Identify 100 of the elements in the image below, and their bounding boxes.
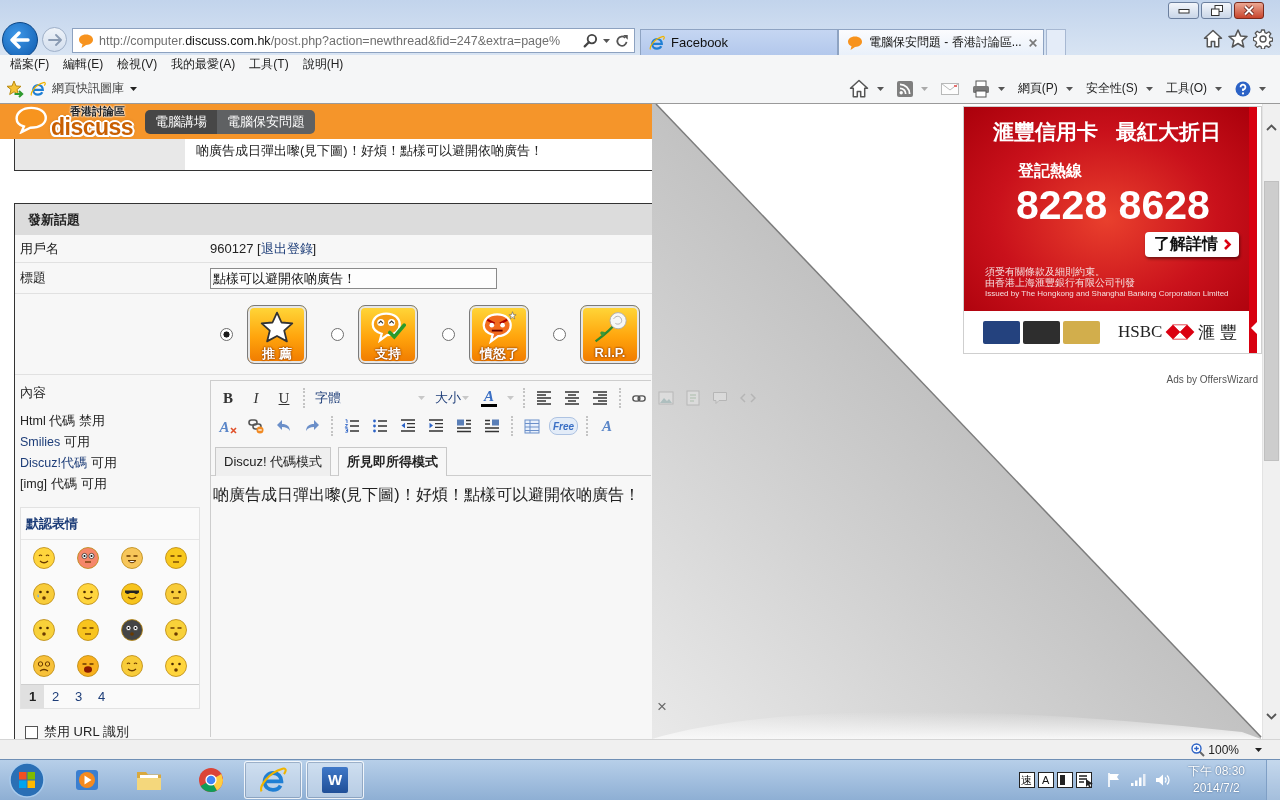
browser-tab[interactable]: Facebook — [640, 29, 838, 55]
chain-minus-icon[interactable] — [248, 418, 264, 435]
caret-down-icon[interactable] — [603, 38, 610, 43]
star-icon[interactable] — [1228, 29, 1248, 48]
form-title: 發新話題 — [15, 204, 654, 236]
table-icon[interactable] — [524, 418, 540, 434]
font-family-dropdown[interactable]: 字體 — [313, 387, 427, 410]
restore-button[interactable] — [1201, 2, 1232, 19]
refresh-icon[interactable] — [615, 33, 629, 48]
menu-item[interactable]: 檢視(V) — [110, 56, 165, 74]
details-button[interactable]: 了解詳情 — [1145, 232, 1239, 258]
scrollbar[interactable] — [1262, 104, 1280, 740]
home-icon[interactable] — [848, 79, 869, 99]
settings-icon[interactable] — [1253, 29, 1273, 49]
home-icon[interactable] — [1203, 29, 1223, 48]
checkbox[interactable] — [25, 725, 38, 739]
option-link[interactable]: Discuz!代碼 — [20, 456, 87, 471]
web-slice-gallery-link[interactable]: 網頁快訊圖庫 — [52, 80, 124, 98]
breadcrumb-link[interactable]: 電腦保安問題 — [217, 109, 315, 134]
taskbar-button[interactable] — [244, 761, 302, 799]
bullet-list-icon[interactable] — [372, 419, 388, 434]
caret-down-icon[interactable] — [1259, 87, 1266, 91]
italic-button[interactable]: I — [245, 387, 267, 410]
free-button[interactable]: Free — [549, 417, 579, 436]
command-menu-button[interactable]: 安全性(S) — [1085, 80, 1138, 98]
fine-print: 由香港上海滙豐銀行有限公司刊發 — [985, 277, 1136, 289]
hotline-label: 登記熱線 — [1018, 161, 1083, 181]
address-field[interactable]: http://computer.discuss.com.hk/post.php?action=newthread&fid=247&extra=page% — [72, 28, 635, 53]
numbered-list-icon[interactable] — [344, 419, 360, 434]
caret-down-icon[interactable] — [1215, 87, 1222, 91]
ad-headline: 最紅大折日 — [1115, 119, 1221, 145]
input-mode-button[interactable]: 速 — [1018, 772, 1035, 788]
close-button[interactable] — [1234, 2, 1264, 19]
caret-down-icon[interactable] — [1145, 87, 1153, 91]
smiley-icon[interactable] — [32, 654, 56, 679]
search-icon[interactable] — [583, 33, 598, 48]
bold-button[interactable]: B — [217, 387, 239, 410]
align-right-icon[interactable] — [592, 391, 608, 406]
radio-button[interactable] — [553, 327, 566, 341]
caret-down-icon — [462, 396, 469, 401]
zoom-icon — [1191, 742, 1206, 757]
subject-field[interactable]: 點樣可以避開依啲廣告！ — [210, 268, 497, 290]
smiley-icon[interactable] — [120, 618, 144, 643]
chevron-down-icon[interactable] — [1266, 712, 1277, 720]
minimize-button[interactable] — [1168, 2, 1199, 19]
scroll-thumb[interactable] — [1264, 181, 1279, 462]
half-filled-square-icon[interactable] — [1056, 772, 1073, 788]
align-left-icon[interactable] — [536, 391, 552, 406]
image-left-icon[interactable] — [456, 419, 472, 434]
fine-print: 須受有關條款及細則約束。 — [985, 266, 1105, 278]
ad-banner[interactable]: 滙豐信用卡 最紅大折日 登記熱線 8228 8628 了解詳情 須受有關條款及細則約束。 由香港上海滙豐銀行有限公司刊發 Issued by The Hongkong and Shanghai Banking Corporation Limited HSBC 滙 豐 — [963, 106, 1262, 355]
text-color-button[interactable]: A — [477, 387, 515, 410]
command-menu-button[interactable]: 網頁(P) — [1017, 80, 1058, 98]
help-icon[interactable] — [1235, 81, 1251, 97]
printer-icon[interactable] — [971, 80, 990, 98]
radio-button[interactable] — [331, 327, 344, 341]
menu-item[interactable]: 工具(T) — [242, 56, 296, 74]
outdent-icon[interactable] — [400, 419, 416, 434]
close-icon[interactable] — [1027, 37, 1038, 48]
taskbar-button[interactable]: W — [306, 761, 364, 799]
minimize-icon — [1177, 6, 1190, 15]
browser-tab[interactable]: 電腦保安問題 - 香港討論區... — [838, 29, 1044, 55]
page-link[interactable]: 1 — [21, 685, 44, 709]
underline-button[interactable]: U — [273, 387, 295, 410]
caret-down-icon[interactable] — [997, 87, 1005, 91]
option-link[interactable]: Smilies — [20, 435, 61, 450]
mood-label: 憤怒了 — [479, 344, 519, 363]
smiley-icon[interactable] — [120, 582, 144, 607]
menu-item[interactable]: 說明(H) — [295, 56, 351, 74]
zoom-button[interactable]: 100% — [1191, 742, 1239, 757]
menu-item[interactable]: 編輯(E) — [56, 56, 111, 74]
mode-tab[interactable]: Discuz! 代碼模式 — [215, 447, 332, 477]
close-button[interactable]: × — [657, 698, 667, 717]
keyboard-pointer-icon[interactable] — [1075, 772, 1094, 788]
circle-logo-icon — [197, 766, 225, 794]
mode-tab[interactable]: 所見即所得模式 — [338, 447, 448, 477]
caret-down-icon[interactable] — [1255, 747, 1262, 752]
caret-down-icon[interactable] — [130, 87, 137, 91]
chain-link-icon[interactable] — [632, 393, 646, 403]
command-menu-button[interactable]: 工具(O) — [1165, 80, 1207, 98]
smiley-icon[interactable] — [76, 654, 100, 679]
star-arrow-icon[interactable] — [6, 80, 24, 98]
caret-down-icon[interactable] — [876, 87, 884, 91]
menu-item[interactable]: 檔案(F) — [3, 56, 57, 74]
breadcrumb-link[interactable]: 電腦講場 — [145, 109, 217, 134]
letter-e-icon — [30, 81, 46, 97]
indent-icon[interactable] — [428, 419, 444, 434]
radio-button[interactable] — [442, 327, 455, 341]
menu-item[interactable]: 我的最愛(A) — [164, 56, 243, 74]
page-link[interactable]: 4 — [90, 685, 113, 709]
image-right-icon[interactable] — [484, 419, 500, 434]
page-link[interactable]: 3 — [67, 685, 90, 709]
chevron-up-icon[interactable] — [1266, 123, 1277, 131]
input-mode-button[interactable]: A — [1037, 772, 1054, 788]
font-size-dropdown[interactable]: 大小 — [433, 387, 471, 410]
caret-down-icon[interactable] — [1065, 87, 1073, 91]
align-center-icon[interactable] — [564, 391, 580, 406]
page-link[interactable]: 2 — [44, 685, 67, 709]
back-button[interactable] — [2, 22, 38, 58]
radio-button[interactable] — [220, 327, 233, 341]
